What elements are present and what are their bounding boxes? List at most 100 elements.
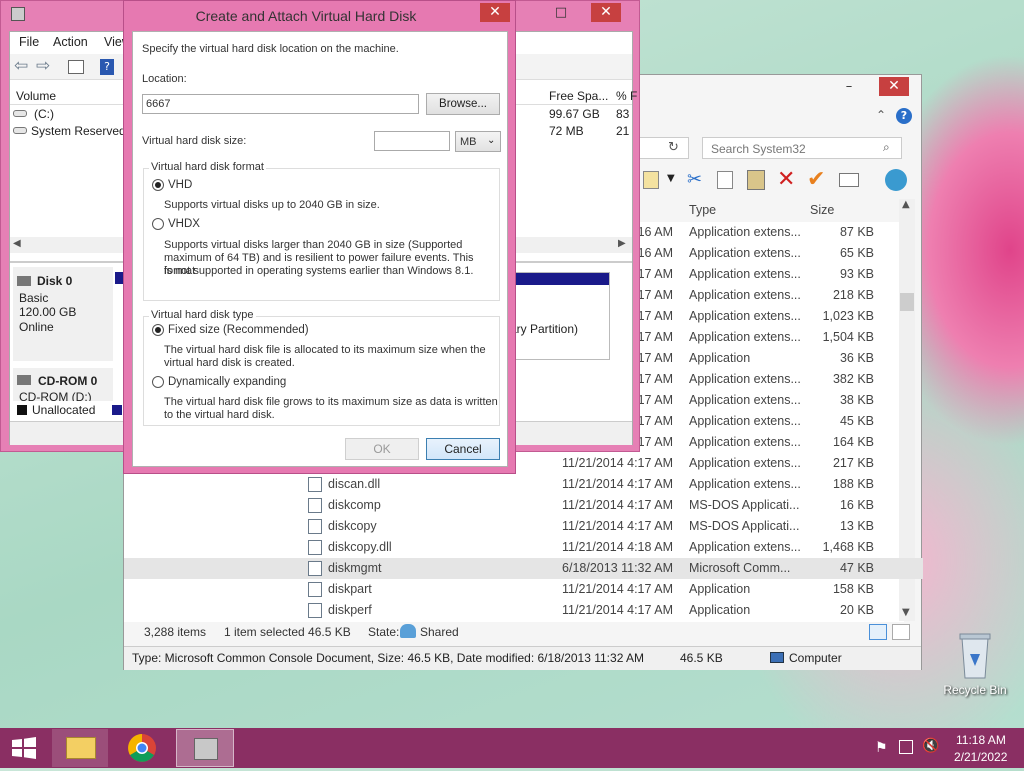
dialog-close-button[interactable]: ✕ xyxy=(480,3,510,22)
location-input[interactable]: 6667 xyxy=(142,94,419,114)
file-date: 17 AM xyxy=(637,372,673,386)
column-size[interactable]: Size xyxy=(810,203,834,217)
chevron-down-icon: ⌄ xyxy=(487,135,496,146)
dynamic-label[interactable]: Dynamically expanding xyxy=(168,376,286,389)
taskbar: ⚑ 🔇 11:18 AM 2/21/2022 xyxy=(0,728,1024,768)
help-book-icon[interactable]: ? xyxy=(100,59,114,75)
folder-icon xyxy=(66,737,96,759)
menu-action[interactable]: Action xyxy=(53,35,88,49)
clock-date[interactable]: 2/21/2022 xyxy=(954,750,1007,764)
scroll-up-arrow[interactable]: ▲ xyxy=(902,199,910,210)
vhd-radio[interactable] xyxy=(152,179,164,191)
vhdx-description-line3: is not supported in operating systems ea… xyxy=(164,265,474,277)
search-box[interactable]: Search System32 ⌕ xyxy=(702,137,902,159)
file-type: Application extens... xyxy=(689,456,801,470)
checkmark-icon[interactable]: ✔ xyxy=(807,167,825,192)
volume-muted-icon[interactable]: 🔇 xyxy=(922,738,939,754)
file-row[interactable]: diskcopy 11/21/2014 4:17 AM MS-DOS Applica… xyxy=(124,516,923,537)
column-type[interactable]: Type xyxy=(689,203,716,217)
column-percent-free[interactable]: % F xyxy=(616,89,637,103)
file-name: diskmgmt xyxy=(328,561,382,575)
start-button[interactable] xyxy=(0,728,48,768)
explorer-ribbon-toggle[interactable]: ⌃ xyxy=(876,108,886,122)
file-row[interactable]: diskperf 11/21/2014 4:17 AM Application 20 … xyxy=(124,600,923,621)
taskbar-explorer[interactable] xyxy=(52,729,108,767)
dynamic-radio[interactable] xyxy=(152,376,164,388)
chrome-icon xyxy=(128,734,156,762)
details-size: 46.5 KB xyxy=(680,651,723,665)
copy-icon[interactable] xyxy=(717,171,733,189)
cut-icon[interactable]: ✂ xyxy=(687,169,702,190)
console-tree-icon[interactable] xyxy=(68,60,84,74)
file-size: 1,504 KB xyxy=(822,330,874,344)
refresh-icon[interactable]: ↻ xyxy=(668,140,679,155)
scroll-right-arrow[interactable]: ▶ xyxy=(618,238,626,249)
details-text: Type: Microsoft Common Console Document,… xyxy=(132,651,645,665)
details-view-icon[interactable] xyxy=(869,624,887,640)
shared-users-icon xyxy=(400,624,416,638)
file-date: 17 AM xyxy=(637,330,673,344)
file-size: 93 KB xyxy=(839,267,874,281)
dialog-intro: Specify the virtual hard disk location o… xyxy=(142,43,399,55)
column-volume[interactable]: Volume xyxy=(16,89,56,103)
type-group-label: Virtual hard disk type xyxy=(149,309,256,322)
file-row[interactable]: diskcopy.dll 11/21/2014 4:18 AM Applicatio… xyxy=(124,537,923,558)
computer-icon xyxy=(770,652,784,663)
vhdx-label[interactable]: VHDX xyxy=(168,218,200,231)
paste-icon[interactable] xyxy=(747,170,765,190)
dialog-body: Specify the virtual hard disk location o… xyxy=(132,31,508,467)
delete-icon[interactable]: ✕ xyxy=(777,167,795,192)
location-label: Location: xyxy=(142,73,187,85)
fixed-description-line1: The virtual hard disk file is allocated … xyxy=(164,344,486,356)
dialog-title: Create and Attach Virtual Hard Disk xyxy=(195,8,417,24)
dm-close-button[interactable]: ✕ xyxy=(591,3,621,22)
dm-maximize-button[interactable]: □ xyxy=(546,3,576,22)
file-name: diskperf xyxy=(328,603,372,617)
file-row[interactable]: diskcomp 11/21/2014 4:17 AM MS-DOS Applica… xyxy=(124,495,923,516)
file-size: 87 KB xyxy=(839,225,874,239)
partition-bar[interactable]: ary Partition) xyxy=(510,272,610,360)
disk0-panel[interactable]: Disk 0 Basic 120.00 GB Online xyxy=(13,267,113,361)
recycle-bin-icon[interactable] xyxy=(952,632,998,680)
fixed-size-radio[interactable] xyxy=(152,324,164,336)
column-free-space[interactable]: Free Spa... xyxy=(549,89,608,103)
status-state-label: State: xyxy=(368,625,400,639)
vhdx-description-line1: Supports virtual disks larger than 2040 … xyxy=(164,239,463,251)
file-date: 17 AM xyxy=(637,435,673,449)
explorer-minimize-button[interactable]: – xyxy=(834,77,864,96)
back-icon[interactable]: ⇦ xyxy=(14,56,28,76)
fixed-size-label[interactable]: Fixed size (Recommended) xyxy=(168,324,309,337)
ok-button[interactable]: OK xyxy=(345,438,419,460)
rename-icon[interactable] xyxy=(839,173,859,187)
vhdx-radio[interactable] xyxy=(152,218,164,230)
vhd-label[interactable]: VHD xyxy=(168,179,192,192)
file-row[interactable]: diskpart 11/21/2014 4:17 AM Application 158… xyxy=(124,579,923,600)
clock-time[interactable]: 11:18 AM xyxy=(956,733,1006,747)
file-type: Application xyxy=(689,351,751,365)
file-icon xyxy=(308,582,322,597)
legend-unallocated-swatch xyxy=(17,405,27,415)
action-center-flag-icon[interactable]: ⚑ xyxy=(875,740,888,756)
file-date: 11/21/2014 4:17 AM xyxy=(562,456,673,470)
forward-icon[interactable]: ⇨ xyxy=(36,56,50,76)
size-unit-select[interactable]: MB ⌄ xyxy=(455,131,501,152)
large-icons-view-icon[interactable] xyxy=(892,624,910,640)
browse-button[interactable]: Browse... xyxy=(426,93,500,115)
menu-file[interactable]: File xyxy=(19,35,39,49)
help-icon[interactable]: ? xyxy=(896,108,912,124)
recycle-bin-label: Recycle Bin xyxy=(943,683,1007,697)
properties-icon[interactable] xyxy=(643,171,659,189)
search-input[interactable]: Search System32 xyxy=(711,142,806,156)
scroll-left-arrow[interactable]: ◀ xyxy=(13,238,21,249)
file-row[interactable]: diskmgmt 6/18/2013 11:32 AM Microsoft Comm… xyxy=(124,558,923,579)
format-groupbox xyxy=(143,168,500,301)
network-icon[interactable] xyxy=(899,740,913,754)
cancel-button[interactable]: Cancel xyxy=(426,438,500,460)
taskbar-disk-management[interactable] xyxy=(176,729,234,767)
globe-icon[interactable] xyxy=(885,169,907,191)
file-row[interactable]: discan.dll 11/21/2014 4:17 AM Application … xyxy=(124,474,923,495)
explorer-close-button[interactable]: ✕ xyxy=(879,77,909,96)
dropdown-icon[interactable]: ▼ xyxy=(667,173,675,184)
taskbar-chrome[interactable] xyxy=(114,729,170,767)
size-input[interactable] xyxy=(374,131,450,151)
